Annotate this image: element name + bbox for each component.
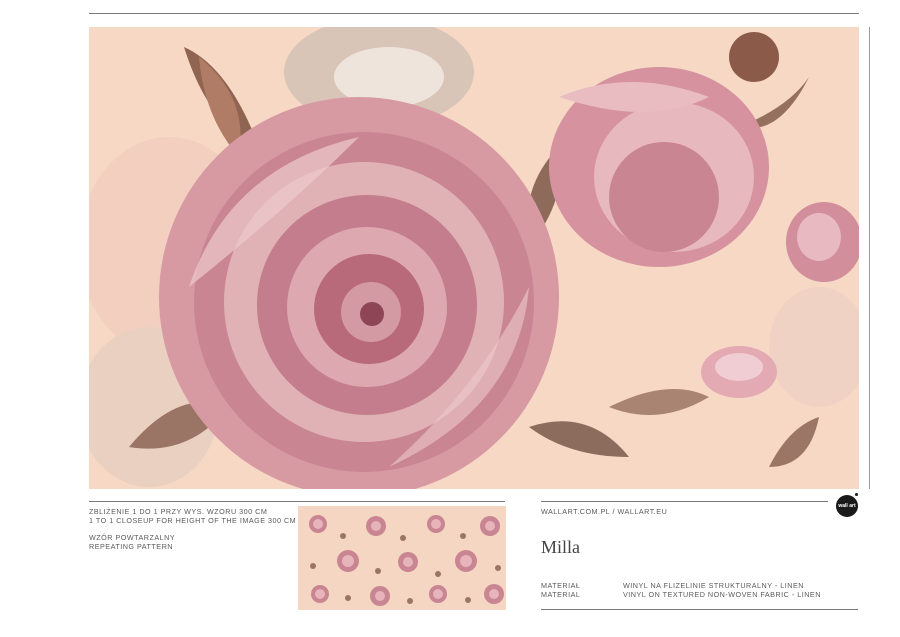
pattern-label-en: REPEATING PATTERN xyxy=(89,542,173,551)
top-rule xyxy=(89,13,859,14)
material-bottom-rule xyxy=(541,609,858,610)
logo-dot xyxy=(855,493,858,496)
material-label-en: MATERIAL xyxy=(541,590,581,599)
pattern-thumbnail xyxy=(298,506,506,610)
bottom-left-rule xyxy=(89,501,505,502)
material-value-pl: WINYL NA FLIZELINIE STRUKTURALNY - LINEN xyxy=(623,581,804,590)
product-name: Milla xyxy=(541,537,580,557)
repeating-pattern-preview xyxy=(298,506,506,610)
closeup-label-en: 1 TO 1 CLOSEUP FOR HEIGHT OF THE IMAGE 3… xyxy=(89,516,297,525)
material-label-pl: MATERIAŁ xyxy=(541,581,581,590)
logo-text: wall art xyxy=(838,502,856,509)
main-wallpaper-image xyxy=(89,27,859,489)
material-value-en: VINYL ON TEXTURED NON-WOVEN FABRIC - LIN… xyxy=(623,590,821,599)
pattern-label-pl: WZÓR POWTARZALNY xyxy=(89,533,176,542)
brand-websites: WALLART.COM.PL / WALLART.EU xyxy=(541,507,668,516)
closeup-label-pl: ZBLIŻENIE 1 DO 1 PRZY WYS. WZORU 300 CM xyxy=(89,507,268,516)
wallart-logo: wall art xyxy=(836,495,858,517)
page-right-edge xyxy=(869,27,870,489)
bottom-right-rule xyxy=(541,501,828,502)
rose-illustration xyxy=(89,27,859,489)
